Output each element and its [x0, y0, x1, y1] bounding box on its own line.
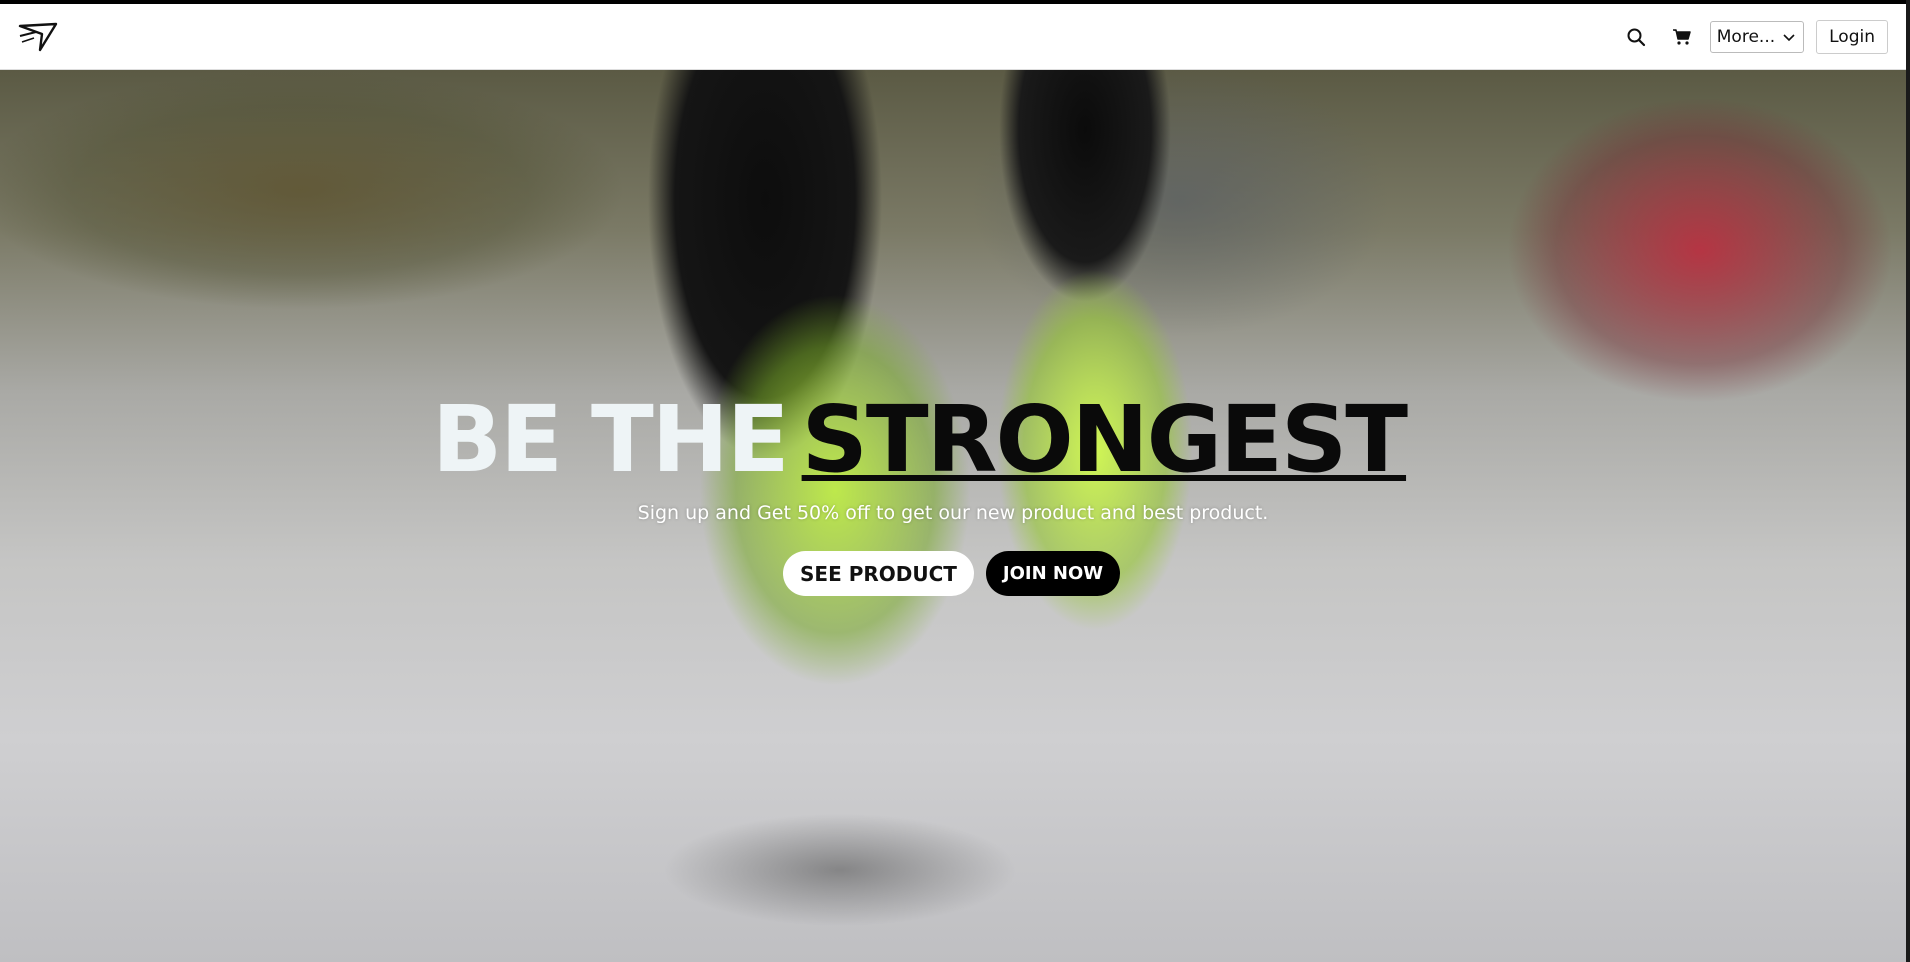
navbar: More... Login: [0, 4, 1906, 70]
hero-tagline: Sign up and Get 50% off to get our new p…: [637, 502, 1269, 524]
hero-headline: BE THE STRONGEST: [432, 390, 1408, 490]
more-dropdown-label: More...: [1716, 26, 1776, 47]
hero-content: BE THE STRONGEST Sign up and Get 50% off …: [0, 70, 1906, 962]
brand-logo-icon[interactable]: [18, 19, 58, 55]
hero-headline-light: BE THE: [432, 386, 790, 493]
nav-actions: More... Login: [1618, 19, 1888, 55]
cart-icon[interactable]: [1664, 19, 1700, 55]
search-icon[interactable]: [1618, 19, 1654, 55]
hero-banner: BE THE STRONGEST Sign up and Get 50% off …: [0, 70, 1906, 962]
window-right-edge: [1906, 0, 1910, 962]
more-dropdown[interactable]: More...: [1709, 20, 1805, 53]
chevron-down-icon: [1783, 27, 1795, 47]
see-product-button[interactable]: SEE PRODUCT: [783, 551, 974, 596]
hero-cta-group: SEE PRODUCT JOIN NOW: [783, 551, 1120, 596]
hero-headline-dark: STRONGEST: [801, 386, 1408, 493]
login-button[interactable]: Login: [1816, 19, 1888, 54]
join-now-button[interactable]: JOIN NOW: [986, 551, 1120, 596]
